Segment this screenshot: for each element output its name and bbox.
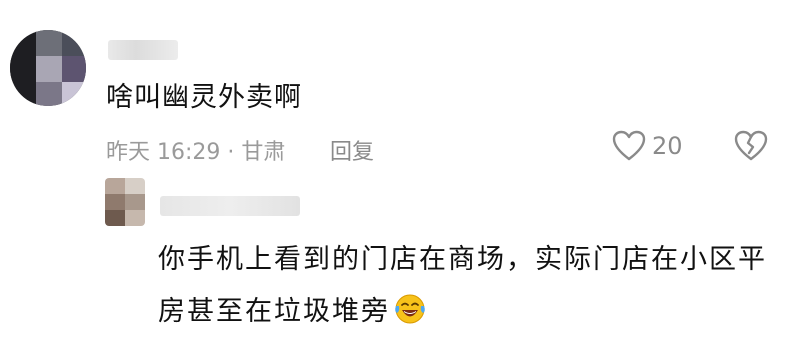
broken-heart-outline-icon: [734, 130, 768, 161]
laughing-crying-emoji-icon: [395, 294, 425, 324]
like-count: 20: [652, 132, 683, 160]
heart-outline-icon: [612, 130, 646, 161]
dislike-button[interactable]: [734, 130, 768, 166]
username-blurred[interactable]: [108, 40, 178, 60]
reply-text: 你手机上看到的门店在商场，实际门店在小区平房甚至在垃圾堆旁: [158, 244, 767, 327]
reply-text-block: 你手机上看到的门店在商场，实际门店在小区平房甚至在垃圾堆旁: [158, 234, 778, 338]
comment-meta: 昨天 16:29 · 甘肃: [106, 140, 286, 165]
like-button[interactable]: 20: [612, 130, 683, 162]
avatar[interactable]: [10, 30, 86, 106]
reply-button[interactable]: 回复: [330, 134, 374, 166]
comment-text: 啥叫幽灵外卖啊: [106, 82, 302, 113]
reply-avatar[interactable]: [105, 178, 145, 226]
reply-username-blurred[interactable]: [160, 196, 300, 216]
